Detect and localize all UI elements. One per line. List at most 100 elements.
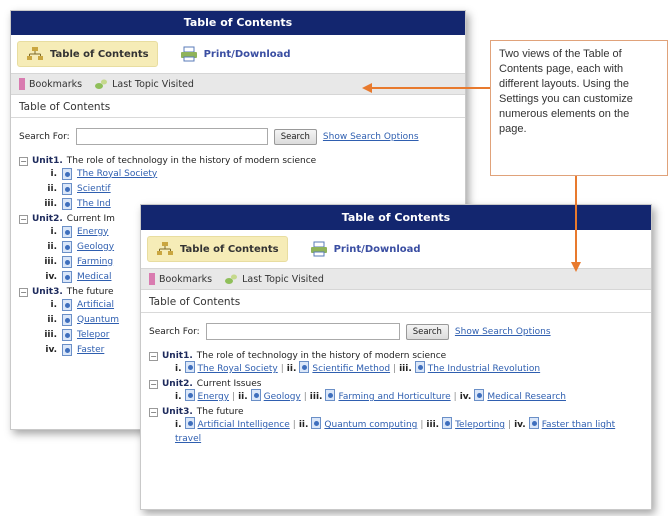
- topic-link[interactable]: Faster: [77, 345, 104, 355]
- footprint-icon: [225, 274, 238, 284]
- bookmarks-label: Bookmarks: [29, 78, 83, 90]
- topic-link[interactable]: Geology: [77, 242, 114, 252]
- topic-link[interactable]: Teleporting: [455, 420, 505, 430]
- topic-link[interactable]: The Royal Society: [198, 364, 278, 374]
- topic-link[interactable]: Artificial Intelligence: [198, 420, 290, 430]
- document-icon: [414, 361, 425, 373]
- tab-print-download[interactable]: Print/Download: [172, 42, 299, 66]
- topic-link[interactable]: Artificial: [77, 300, 114, 310]
- section-heading: Table of Contents: [11, 95, 465, 118]
- collapse-icon[interactable]: −: [19, 214, 28, 224]
- unit-row[interactable]: − Unit1. The role of technology in the his…: [149, 351, 643, 361]
- document-icon: [250, 389, 261, 401]
- document-icon: [62, 270, 72, 283]
- collapse-icon[interactable]: −: [19, 156, 28, 166]
- show-search-options-link[interactable]: Show Search Options: [455, 327, 551, 337]
- tab-label: Print/Download: [203, 48, 291, 60]
- collapse-icon[interactable]: −: [19, 287, 28, 297]
- toolbar: Bookmarks Last Topic Visited: [11, 73, 465, 95]
- search-input[interactable]: [205, 323, 400, 340]
- topic-link[interactable]: Medical: [77, 272, 111, 282]
- tab-print-download[interactable]: Print/Download: [302, 237, 429, 261]
- topic-link[interactable]: Medical Research: [487, 392, 566, 402]
- document-icon: [62, 298, 72, 311]
- bookmark-icon: [149, 273, 155, 285]
- topic-link[interactable]: The Industrial Revolution: [428, 364, 540, 374]
- unit-title: Current Issues: [196, 379, 262, 389]
- tab-label: Table of Contents: [180, 243, 279, 255]
- topic-link[interactable]: Geology: [264, 392, 301, 402]
- section-heading: Table of Contents: [141, 290, 651, 313]
- footprint-icon: [95, 79, 108, 89]
- unit-label: Unit2.: [32, 214, 63, 224]
- sitemap-icon: [27, 47, 43, 60]
- topic-number: iii.: [44, 256, 57, 267]
- unit-row[interactable]: − Unit2. Current Issues: [149, 379, 643, 389]
- bookmarks-button[interactable]: Bookmarks: [19, 78, 82, 90]
- collapse-icon[interactable]: −: [149, 379, 158, 389]
- topic-link[interactable]: Energy: [77, 227, 109, 237]
- unit-label: Unit3.: [32, 287, 63, 297]
- unit-row[interactable]: − Unit1. The role of technology in the his…: [19, 156, 457, 166]
- document-icon: [311, 417, 322, 429]
- document-icon: [442, 417, 453, 429]
- topic-link[interactable]: Scientific Method: [312, 364, 390, 374]
- topic-row: i. The Royal Society: [41, 166, 457, 181]
- printer-icon: [180, 46, 197, 62]
- document-icon: [62, 240, 72, 253]
- bookmarks-button[interactable]: Bookmarks: [149, 273, 212, 285]
- search-label: Search For:: [149, 326, 200, 337]
- topic-link[interactable]: Farming: [77, 257, 113, 267]
- document-icon: [184, 389, 195, 401]
- unit-title: The role of technology in the history of…: [196, 351, 447, 361]
- document-icon: [62, 255, 72, 268]
- callout-arrow-down-line: [575, 176, 577, 262]
- document-icon: [184, 417, 195, 429]
- topic-link[interactable]: The Ind: [77, 199, 111, 209]
- tab-table-of-contents[interactable]: Table of Contents: [147, 236, 288, 262]
- annotation-callout: Two views of the Table of Contents page,…: [490, 40, 668, 176]
- topic-link[interactable]: Farming and Horticulture: [338, 392, 450, 402]
- search-input[interactable]: [75, 128, 268, 145]
- window-title: Table of Contents: [11, 11, 465, 35]
- document-icon: [299, 361, 310, 373]
- document-icon: [62, 328, 72, 341]
- inline-topic-list: i. Energy | ii. Geology | iii. Farming and Hort…: [175, 389, 643, 404]
- topic-link[interactable]: Quantum computing: [324, 420, 417, 430]
- document-icon: [62, 343, 72, 356]
- topic-number: iii.: [44, 329, 57, 340]
- topic-link[interactable]: Telepor: [77, 330, 109, 340]
- topic-link[interactable]: Quantum: [77, 315, 119, 325]
- collapse-icon[interactable]: −: [149, 407, 158, 417]
- unit-title: The future: [66, 287, 114, 297]
- topic-link[interactable]: Energy: [198, 392, 230, 402]
- document-icon: [62, 182, 72, 195]
- unit-label: Unit2.: [162, 379, 193, 389]
- search-label: Search For:: [19, 131, 70, 142]
- topic-number: i.: [50, 299, 57, 310]
- search-row: Search For: Search Show Search Options: [11, 118, 465, 151]
- unit-title: The future: [196, 407, 244, 417]
- topic-number: i.: [50, 226, 57, 237]
- callout-arrow-left-line: [372, 87, 490, 89]
- callout-arrow-down-head: [571, 262, 581, 272]
- search-row: Search For: Search Show Search Options: [141, 313, 651, 346]
- tab-label: Print/Download: [333, 243, 421, 255]
- unit-label: Unit1.: [162, 351, 193, 361]
- topic-link[interactable]: The Royal Society: [77, 169, 157, 179]
- unit-label: Unit1.: [32, 156, 63, 166]
- last-topic-visited-button[interactable]: Last Topic Visited: [224, 273, 324, 285]
- topic-link[interactable]: Scientif: [77, 184, 111, 194]
- collapse-icon[interactable]: −: [149, 351, 158, 361]
- unit-title: Current Im: [66, 214, 115, 224]
- topic-number: ii.: [47, 314, 57, 325]
- show-search-options-link[interactable]: Show Search Options: [323, 132, 419, 142]
- topic-number: iv.: [45, 271, 57, 282]
- sitemap-icon: [157, 242, 173, 255]
- tab-table-of-contents[interactable]: Table of Contents: [17, 41, 158, 67]
- callout-arrow-left-head: [362, 83, 372, 93]
- unit-row[interactable]: − Unit3. The future: [149, 407, 643, 417]
- last-topic-visited-button[interactable]: Last Topic Visited: [94, 78, 194, 90]
- search-button[interactable]: Search: [405, 323, 449, 340]
- search-button[interactable]: Search: [273, 128, 317, 145]
